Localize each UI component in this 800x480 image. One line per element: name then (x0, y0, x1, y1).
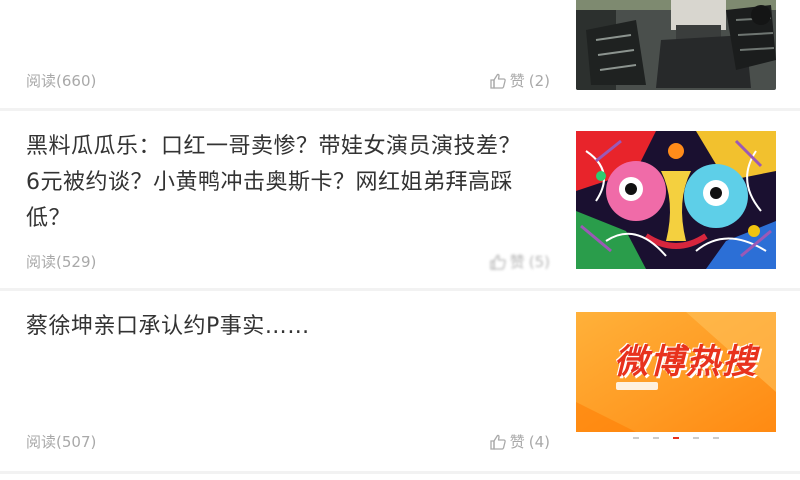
like-button[interactable]: 赞 (5) (490, 251, 550, 272)
like-label: 赞 (509, 433, 525, 451)
article-title-2[interactable]: 黑料瓜瓜乐：口红一哥卖惨？带娃女演员演技差？6元被约谈？小黄鸭冲击奥斯卡？网红姐… (26, 129, 531, 237)
read-count-value: (507) (56, 433, 97, 451)
thumbs-up-icon (490, 254, 506, 270)
article-feed: 阅读(660) 赞 (2) 黑料瓜瓜乐：口红一哥卖惨？带娃女演员演技差？6元被约谈… (0, 0, 800, 480)
read-count-value: (660) (56, 72, 97, 90)
read-count: 阅读(660) (26, 70, 96, 91)
read-count-value: (529) (56, 253, 97, 271)
like-button[interactable]: 赞 (2) (490, 70, 550, 91)
read-label: 阅读 (26, 253, 57, 271)
article-card-3[interactable]: 蔡徐坤亲口承认约P事实…… 微博热搜 阅读(507) 赞 (4) (0, 291, 800, 471)
article-thumbnail-3[interactable]: 微博热搜 (576, 312, 776, 444)
weibo-banner-text: 微博热搜 (614, 342, 758, 382)
article-thumbnail-2[interactable] (576, 131, 776, 269)
like-label: 赞 (509, 253, 525, 271)
read-label: 阅读 (26, 433, 57, 451)
like-button[interactable]: 赞 (4) (490, 431, 550, 452)
read-count: 阅读(507) (26, 431, 96, 452)
article-thumbnail-1[interactable] (576, 0, 776, 90)
like-count: (5) (528, 252, 550, 271)
like-count: (2) (528, 71, 550, 90)
colorful-face-illustration (576, 131, 776, 269)
article-title-3[interactable]: 蔡徐坤亲口承认约P事实…… (26, 309, 531, 345)
like-label: 赞 (509, 72, 525, 90)
thumbs-up-icon (490, 73, 506, 89)
like-count: (4) (528, 432, 550, 451)
vehicle-photo (576, 0, 776, 90)
divider (0, 471, 800, 474)
read-count: 阅读(529) (26, 251, 96, 272)
article-card-1[interactable]: 阅读(660) 赞 (2) (0, 0, 800, 108)
read-label: 阅读 (26, 72, 57, 90)
thumbs-up-icon (490, 434, 506, 450)
article-card-2[interactable]: 黑料瓜瓜乐：口红一哥卖惨？带娃女演员演技差？6元被约谈？小黄鸭冲击奥斯卡？网红姐… (0, 111, 800, 288)
